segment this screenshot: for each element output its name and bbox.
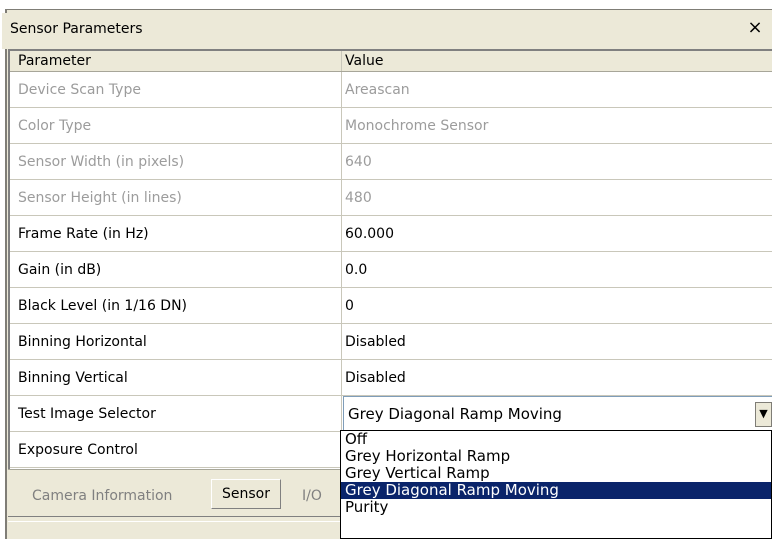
table-row[interactable]: Binning Vertical Disabled (10, 360, 772, 396)
parameter-name: Sensor Height (in lines) (10, 180, 342, 215)
table-row[interactable]: Gain (in dB) 0.0 (10, 252, 772, 288)
table-row[interactable]: Binning Horizontal Disabled (10, 324, 772, 360)
dropdown-option-selected[interactable]: Grey Diagonal Ramp Moving (341, 482, 771, 499)
table-row[interactable]: Color Type Monochrome Sensor (10, 108, 772, 144)
dropdown-arrow-icon[interactable]: ▼ (755, 402, 772, 427)
tab-sensor[interactable]: Sensor (211, 479, 281, 509)
dropdown-option[interactable]: Off (341, 431, 771, 448)
table-row[interactable]: Frame Rate (in Hz) 60.000 (10, 216, 772, 252)
title-bar: Sensor Parameters × (2, 13, 770, 49)
parameter-name: Black Level (in 1/16 DN) (10, 288, 342, 323)
parameter-name: Binning Horizontal (10, 324, 342, 359)
binning-vertical-value[interactable]: Disabled (342, 360, 772, 395)
frame-rate-value[interactable]: 60.000 (342, 216, 772, 251)
parameter-value: Monochrome Sensor (345, 117, 489, 134)
grid-header: Parameter Value (10, 51, 772, 72)
table-row[interactable]: Black Level (in 1/16 DN) 0 (10, 288, 772, 324)
parameter-name: Sensor Width (in pixels) (10, 144, 342, 179)
parameter-name: Frame Rate (in Hz) (10, 216, 342, 251)
table-row[interactable]: Sensor Height (in lines) 480 (10, 180, 772, 216)
parameter-name: Device Scan Type (10, 72, 342, 107)
parameter-value: 640 (345, 153, 372, 170)
panel-title: Sensor Parameters (10, 21, 143, 37)
parameter-value: Areascan (345, 81, 410, 98)
parameter-name: Color Type (10, 108, 342, 143)
column-header-parameter[interactable]: Parameter (10, 51, 342, 71)
parameter-name: Binning Vertical (10, 360, 342, 395)
tab-camera-information[interactable]: Camera Information (22, 482, 182, 510)
parameter-name: Exposure Control (10, 432, 342, 467)
close-icon[interactable]: × (746, 18, 764, 38)
gain-value[interactable]: 0.0 (342, 252, 772, 287)
binning-horizontal-value[interactable]: Disabled (342, 324, 772, 359)
tab-strip: Camera Information Sensor I/O (8, 469, 348, 510)
black-level-value[interactable]: 0 (342, 288, 772, 323)
table-row[interactable]: Sensor Width (in pixels) 640 (10, 144, 772, 180)
dropdown-option[interactable]: Purity (341, 499, 771, 516)
parameter-name: Gain (in dB) (10, 252, 342, 287)
table-row[interactable]: Test Image Selector Grey Diagonal Ramp M… (10, 396, 772, 432)
table-row[interactable]: Device Scan Type Areascan (10, 72, 772, 108)
column-header-value[interactable]: Value (342, 51, 772, 71)
dropdown-option[interactable]: Grey Vertical Ramp (341, 465, 771, 482)
parameter-grid: Parameter Value Device Scan Type Areasca… (8, 49, 772, 469)
tab-io[interactable]: I/O (292, 482, 332, 510)
parameter-name: Test Image Selector (10, 396, 342, 431)
test-image-selector-combo[interactable]: Grey Diagonal Ramp Moving ▼ (343, 396, 772, 432)
dropdown-option[interactable]: Grey Horizontal Ramp (341, 448, 771, 465)
combo-selected-value: Grey Diagonal Ramp Moving (348, 405, 562, 423)
parameter-value: 480 (345, 189, 372, 206)
test-image-dropdown-list[interactable]: Off Grey Horizontal Ramp Grey Vertical R… (340, 430, 772, 539)
